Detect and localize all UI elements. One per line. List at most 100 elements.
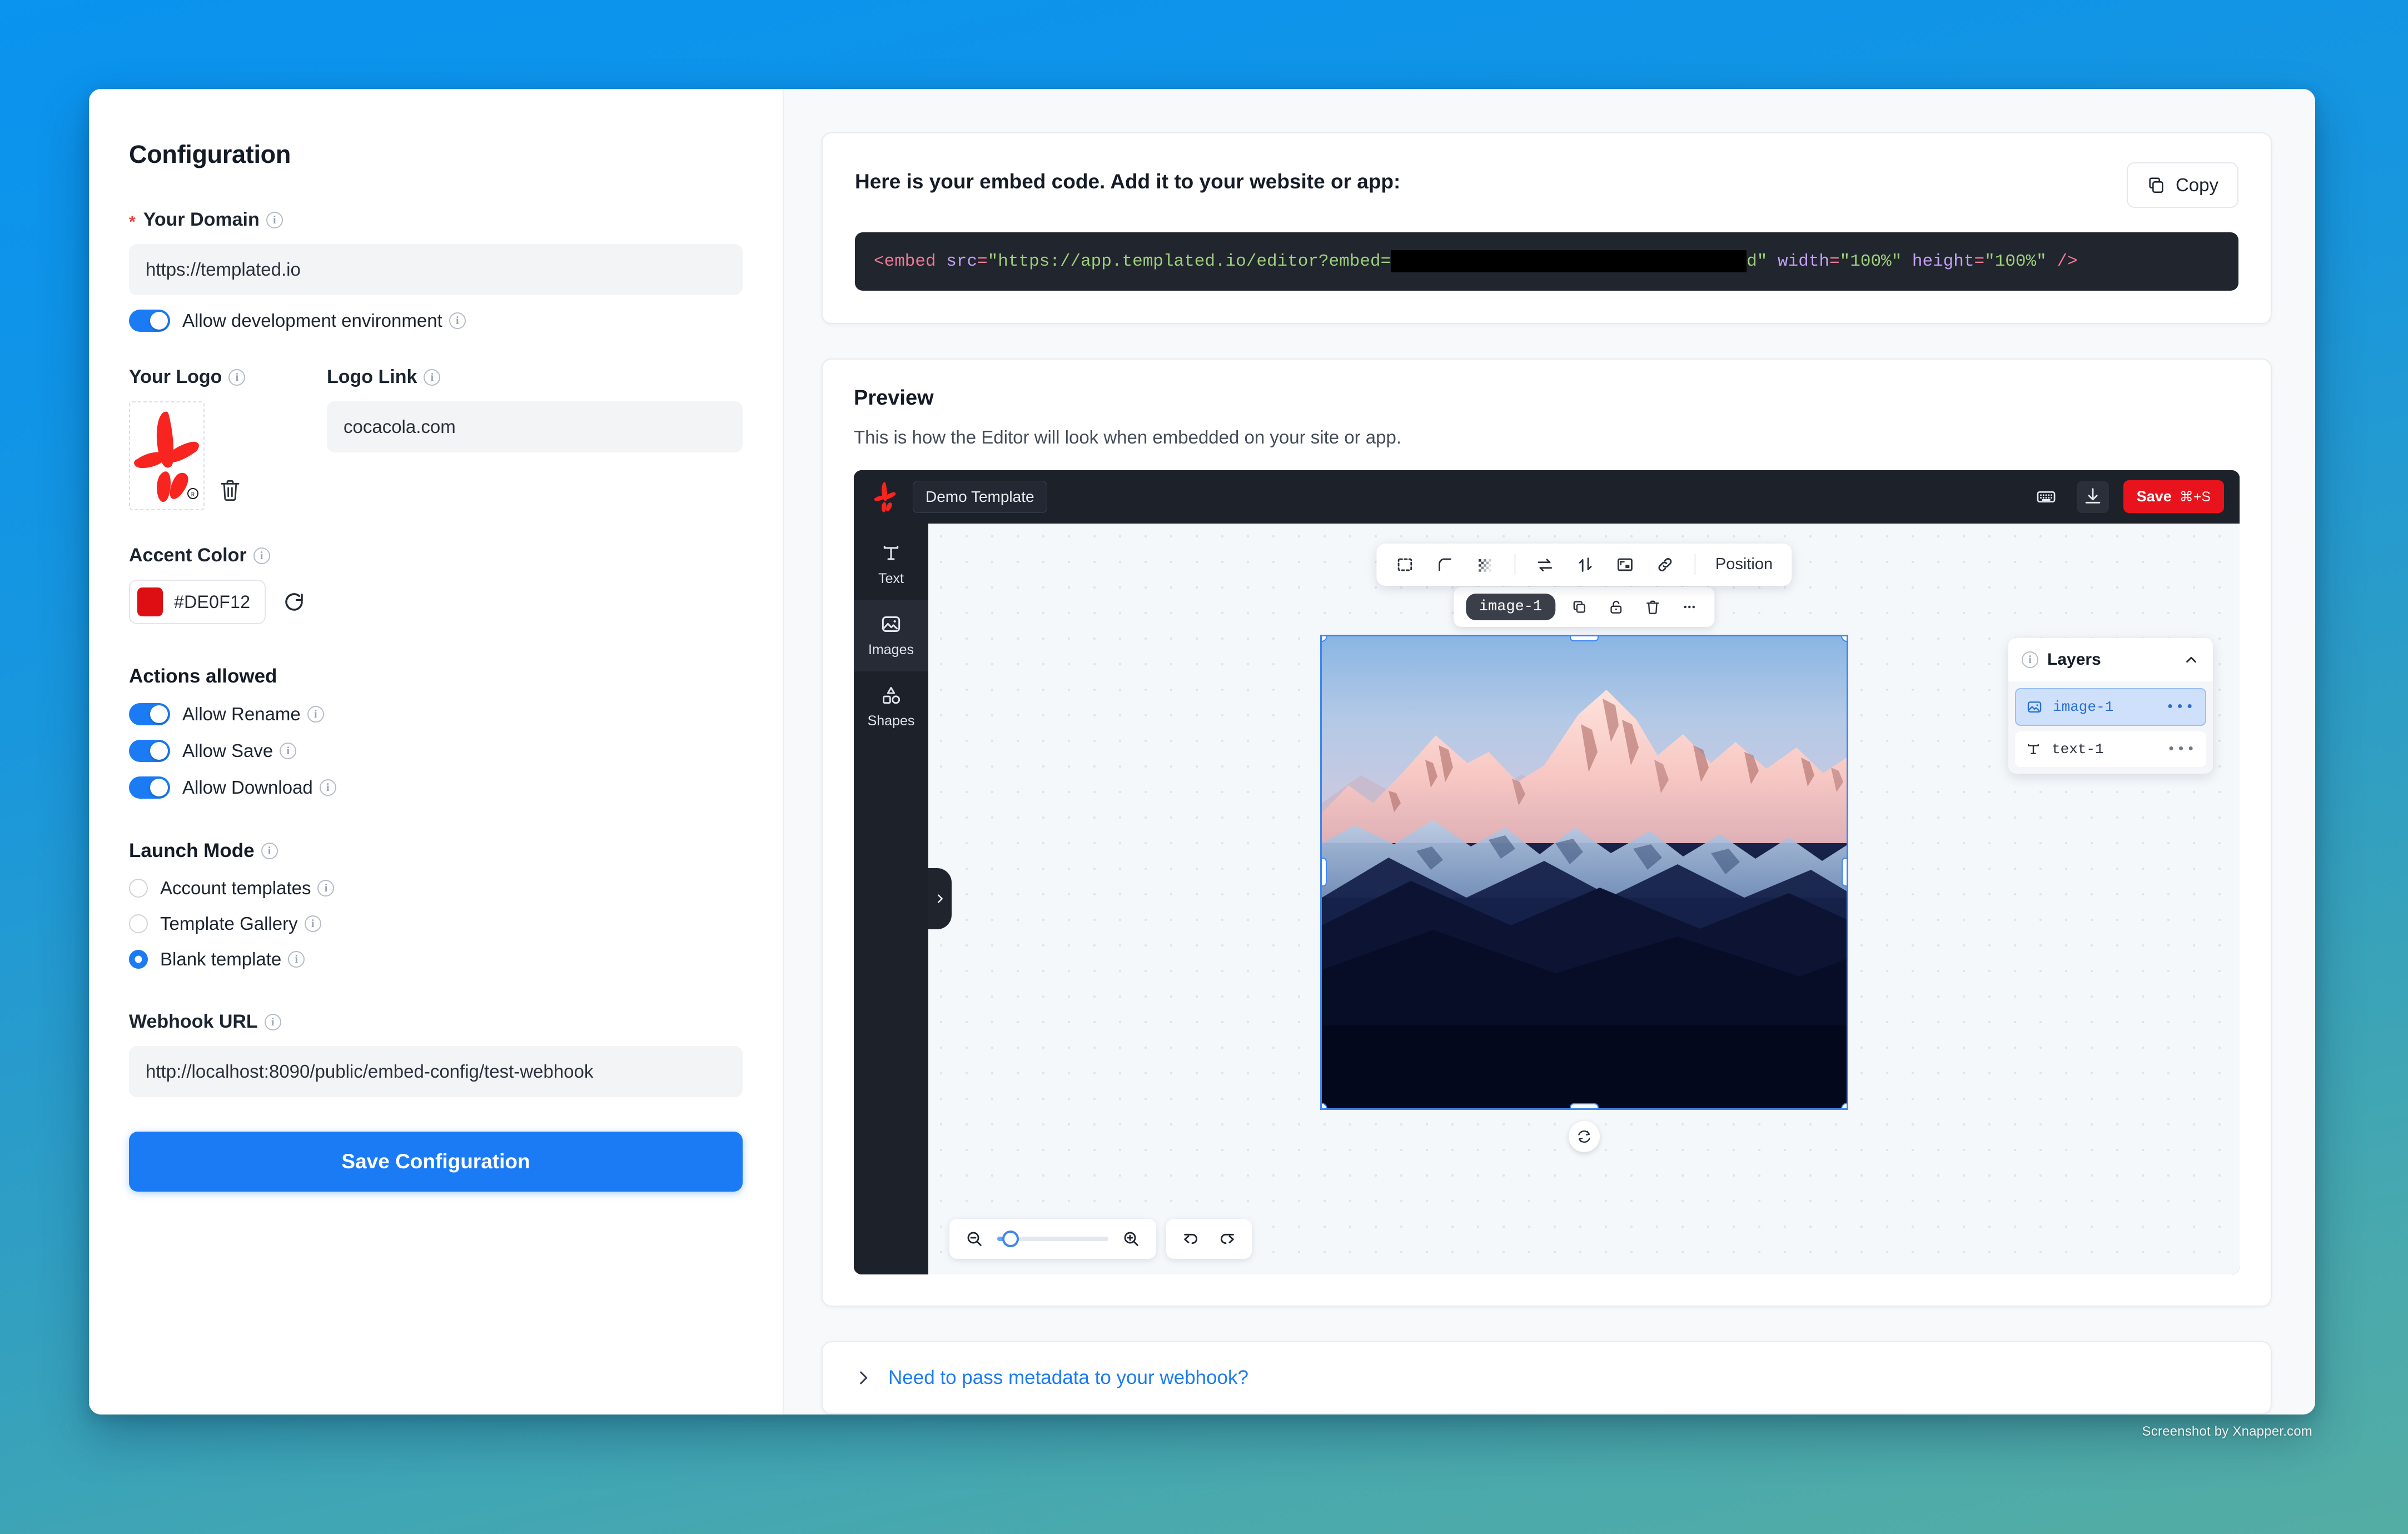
canvas-image-element[interactable] [1320, 634, 1848, 1110]
radio-template-gallery[interactable] [129, 914, 148, 933]
reset-icon[interactable] [282, 590, 306, 614]
flip-horizontal-button[interactable] [1531, 551, 1559, 579]
chevron-right-icon [938, 894, 943, 904]
info-icon[interactable]: i [261, 843, 278, 859]
accent-color-swatch[interactable] [137, 587, 163, 616]
image-icon [2027, 701, 2042, 713]
allow-rename-row[interactable]: Allow Rename i [129, 703, 743, 725]
logo-link-input[interactable]: cocacola.com [327, 401, 743, 452]
element-toolbar: Position [1376, 543, 1792, 586]
resize-handle-top[interactable] [1569, 636, 1599, 641]
radio-account-templates[interactable] [129, 879, 148, 898]
info-icon[interactable]: i [424, 368, 441, 386]
info-icon[interactable]: i [2022, 651, 2038, 668]
corner-radius-button[interactable] [1431, 551, 1459, 579]
accent-color-picker[interactable]: #DE0F12 [129, 580, 266, 624]
info-icon[interactable]: i [317, 880, 335, 897]
link-button[interactable] [1651, 551, 1679, 579]
shapes-icon [883, 687, 900, 704]
layer-item-image-1[interactable]: image-1 ••• [2015, 688, 2206, 726]
fit-image-button[interactable] [1611, 551, 1639, 579]
embed-code-line: <embed src="https://app.templated.io/edi… [874, 250, 2220, 273]
editor-template-name[interactable]: Demo Template [913, 480, 1047, 513]
info-icon[interactable]: i [264, 1013, 281, 1030]
corner-radius-icon [1438, 558, 1451, 571]
info-icon[interactable]: i [288, 951, 305, 968]
unlock-button[interactable] [1603, 594, 1629, 620]
selection-name-badge[interactable]: image-1 [1465, 593, 1556, 620]
sidebar-item-text[interactable]: Text [854, 529, 928, 600]
save-configuration-button[interactable]: Save Configuration [129, 1132, 743, 1192]
copy-button[interactable]: Copy [2126, 162, 2238, 208]
webhook-metadata-link[interactable]: Need to pass metadata to your webhook? [888, 1367, 1248, 1389]
launch-mode-template-gallery[interactable]: Template Gallery i [129, 913, 743, 934]
delete-button[interactable] [1640, 594, 1665, 620]
sidebar-item-shapes[interactable]: Shapes [854, 671, 928, 743]
redo-button[interactable] [1214, 1226, 1240, 1252]
more-options-button[interactable] [1676, 594, 1702, 620]
keyboard-shortcuts-button[interactable] [2030, 481, 2062, 513]
zoom-out-button[interactable] [962, 1226, 987, 1252]
launch-mode-account-templates[interactable]: Account templates i [129, 878, 743, 899]
zoom-controls [949, 1219, 1252, 1259]
domain-input[interactable]: https://templated.io [129, 244, 743, 295]
info-icon[interactable]: i [266, 211, 283, 228]
download-button[interactable] [2076, 480, 2109, 513]
embed-code-box[interactable]: <embed src="https://app.templated.io/edi… [855, 232, 2238, 291]
zoom-slider-knob[interactable] [1002, 1231, 1019, 1247]
more-icon [1684, 605, 1695, 609]
layer-item-text-1[interactable]: text-1 ••• [2015, 731, 2206, 767]
logo-upload-box[interactable]: R [129, 401, 205, 510]
dev-environment-toggle-row[interactable]: Allow development environment i [129, 310, 743, 332]
preview-subtitle: This is how the Editor will look when em… [854, 426, 1402, 447]
chevron-up-icon[interactable] [2183, 651, 2200, 668]
trash-icon[interactable] [219, 478, 241, 502]
code-token-tag: <embed [874, 252, 936, 272]
webhook-metadata-card[interactable]: Need to pass metadata to your webhook? [822, 1341, 2272, 1415]
info-icon[interactable]: i [449, 312, 466, 329]
sidebar-item-images[interactable]: Images [854, 600, 928, 671]
allow-download-switch[interactable] [129, 776, 170, 799]
webhook-url-label: Webhook URL i [129, 1011, 743, 1033]
info-icon[interactable]: i [253, 547, 270, 564]
flip-vertical-icon [1579, 557, 1591, 572]
border-button[interactable] [1391, 551, 1419, 579]
zoom-slider[interactable] [997, 1231, 1108, 1247]
layer-item-menu[interactable]: ••• [2167, 741, 2196, 758]
webhook-url-input[interactable]: http://localhost:8090/public/embed-confi… [129, 1046, 743, 1097]
app-window: Configuration * Your Domain i https://te… [89, 89, 2315, 1415]
resize-handle-bottom[interactable] [1569, 1103, 1599, 1108]
dev-environment-label: Allow development environment i [182, 310, 466, 331]
resize-handle-right[interactable] [1841, 858, 1847, 887]
layers-panel-header[interactable]: i Layers [2008, 638, 2213, 681]
info-icon[interactable]: i [319, 779, 336, 796]
undo-button[interactable] [1178, 1226, 1204, 1252]
resize-handle-left[interactable] [1321, 858, 1327, 887]
opacity-button[interactable] [1471, 551, 1499, 579]
layer-item-menu[interactable]: ••• [2166, 699, 2195, 715]
dev-environment-switch[interactable] [129, 310, 170, 332]
radio-blank-template[interactable] [129, 950, 148, 969]
info-icon[interactable]: i [228, 368, 246, 386]
allow-download-label: Allow Download i [182, 777, 336, 798]
duplicate-button[interactable] [1566, 594, 1592, 620]
zoom-in-button[interactable] [1118, 1226, 1144, 1252]
allow-download-row[interactable]: Allow Download i [129, 776, 743, 799]
rotate-handle[interactable] [1568, 1120, 1600, 1152]
embed-code-header: Here is your embed code. Add it to your … [855, 162, 2238, 208]
chevron-right-icon[interactable] [854, 1368, 873, 1387]
info-icon[interactable]: i [304, 915, 321, 932]
allow-save-switch[interactable] [129, 740, 170, 762]
editor-save-button[interactable]: Save ⌘+S [2123, 480, 2224, 514]
allow-save-row[interactable]: Allow Save i [129, 740, 743, 762]
info-icon[interactable]: i [307, 706, 324, 723]
flip-vertical-button[interactable] [1571, 551, 1599, 579]
code-token-src-value: "https://app.templated.io/editor?embed= [987, 252, 1391, 272]
editor-canvas[interactable]: Position image-1 i Layers image-1 ••• te… [928, 523, 2240, 1274]
allow-rename-switch[interactable] [129, 703, 170, 725]
panel-collapse-handle[interactable] [928, 868, 952, 930]
position-button[interactable]: Position [1711, 555, 1777, 574]
launch-mode-blank-template[interactable]: Blank template i [129, 949, 743, 970]
info-icon[interactable]: i [280, 743, 297, 759]
editor-preview: Demo Template Save ⌘+S Text Images Shape… [854, 470, 2240, 1274]
